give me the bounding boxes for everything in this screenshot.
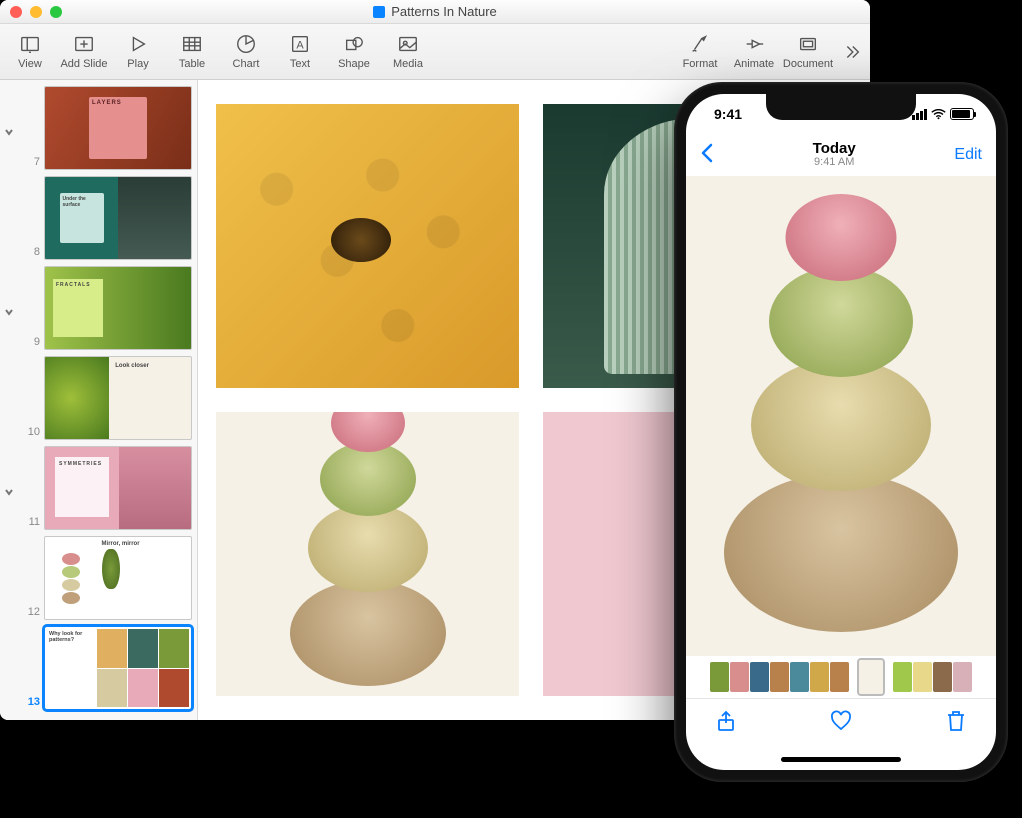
status-time: 9:41 bbox=[714, 106, 742, 122]
photos-navbar: Today 9:41 AM Edit bbox=[686, 134, 996, 176]
svg-text:A: A bbox=[296, 40, 304, 52]
slide-number: 12 bbox=[20, 606, 40, 618]
slide-thumb-7[interactable]: 7 LAYERS bbox=[4, 86, 193, 170]
iphone-screen: 9:41 Today 9:41 AM Edit bbox=[686, 94, 996, 770]
traffic-lights bbox=[10, 6, 62, 18]
photos-toolbar bbox=[686, 698, 996, 748]
share-button[interactable] bbox=[714, 709, 738, 738]
document-icon bbox=[373, 6, 385, 18]
toolbar: View Add Slide Play Table Chart A Text S… bbox=[0, 24, 870, 80]
slide-thumb-8[interactable]: 8 Under the surface bbox=[4, 176, 193, 260]
photo-viewer[interactable] bbox=[686, 176, 996, 656]
add-slide-button[interactable]: Add Slide bbox=[58, 24, 110, 79]
disclosure-spacer bbox=[4, 574, 16, 586]
thumb-title: Under the surface bbox=[63, 196, 86, 208]
media-label: Media bbox=[393, 58, 423, 70]
slide-number: 11 bbox=[20, 516, 40, 528]
status-indicators bbox=[912, 108, 974, 120]
thumbnail[interactable]: Why look for patterns? bbox=[44, 626, 192, 710]
slide-number: 7 bbox=[20, 156, 40, 168]
favorite-button[interactable] bbox=[829, 709, 853, 738]
slide-thumb-13[interactable]: 13 Why look for patterns? bbox=[4, 626, 193, 710]
slide-thumb-12[interactable]: 12 Mirror, mirror bbox=[4, 536, 193, 620]
text-label: Text bbox=[290, 58, 310, 70]
photo-scrubber[interactable] bbox=[686, 656, 996, 698]
canvas-image-urchins[interactable] bbox=[216, 412, 519, 696]
text-button[interactable]: A Text bbox=[274, 24, 326, 79]
edit-button[interactable]: Edit bbox=[954, 146, 982, 164]
thumb-title: Mirror, mirror bbox=[102, 541, 140, 547]
slide-number: 13 bbox=[20, 696, 40, 708]
play-label: Play bbox=[127, 58, 148, 70]
disclosure-triangle-icon[interactable] bbox=[4, 304, 16, 316]
thumbnail[interactable]: Mirror, mirror bbox=[44, 536, 192, 620]
zoom-window-button[interactable] bbox=[50, 6, 62, 18]
canvas-image-honeycomb[interactable] bbox=[216, 104, 519, 388]
shape-label: Shape bbox=[338, 58, 370, 70]
slide-thumb-9[interactable]: 9 FRACTALS bbox=[4, 266, 193, 350]
navbar-title-text: Today bbox=[813, 141, 856, 157]
table-label: Table bbox=[179, 58, 205, 70]
minimize-window-button[interactable] bbox=[30, 6, 42, 18]
scrubber-current-photo[interactable] bbox=[859, 660, 883, 694]
document-title-text: Patterns In Nature bbox=[391, 4, 497, 19]
view-button[interactable]: View bbox=[4, 24, 56, 79]
disclosure-triangle-icon[interactable] bbox=[4, 484, 16, 496]
iphone-device: 9:41 Today 9:41 AM Edit bbox=[674, 82, 1008, 782]
media-button[interactable]: Media bbox=[382, 24, 434, 79]
document-label: Document bbox=[783, 58, 833, 70]
shape-button[interactable]: Shape bbox=[328, 24, 380, 79]
play-button[interactable]: Play bbox=[112, 24, 164, 79]
toolbar-overflow-button[interactable] bbox=[836, 24, 866, 79]
disclosure-spacer bbox=[4, 394, 16, 406]
thumb-title: Look closer bbox=[115, 363, 149, 369]
animate-label: Animate bbox=[734, 58, 774, 70]
thumbnail[interactable]: SYMMETRIES bbox=[44, 446, 192, 530]
table-button[interactable]: Table bbox=[166, 24, 218, 79]
chart-label: Chart bbox=[233, 58, 260, 70]
thumb-title: LAYERS bbox=[92, 100, 144, 106]
thumbnail[interactable]: Under the surface bbox=[44, 176, 192, 260]
view-label: View bbox=[18, 58, 42, 70]
disclosure-spacer bbox=[4, 664, 16, 676]
format-button[interactable]: Format bbox=[674, 24, 726, 79]
delete-button[interactable] bbox=[944, 709, 968, 738]
thumbnail[interactable]: Look closer bbox=[44, 356, 192, 440]
slide-thumb-11[interactable]: 11 SYMMETRIES bbox=[4, 446, 193, 530]
window-titlebar[interactable]: Patterns In Nature bbox=[0, 0, 870, 24]
format-label: Format bbox=[683, 58, 718, 70]
slide-number: 9 bbox=[20, 336, 40, 348]
thumb-title: SYMMETRIES bbox=[59, 461, 105, 467]
thumbnail[interactable]: LAYERS bbox=[44, 86, 192, 170]
navbar-title: Today 9:41 AM bbox=[813, 141, 856, 168]
slide-navigator[interactable]: 7 LAYERS 8 Under the surface 9 FRACTALS bbox=[0, 80, 198, 720]
disclosure-triangle-icon[interactable] bbox=[4, 124, 16, 136]
chart-button[interactable]: Chart bbox=[220, 24, 272, 79]
thumb-title: FRACTALS bbox=[56, 282, 100, 288]
animate-button[interactable]: Animate bbox=[728, 24, 780, 79]
slide-number: 10 bbox=[20, 426, 40, 438]
document-button[interactable]: Document bbox=[782, 24, 834, 79]
slide-number: 8 bbox=[20, 246, 40, 258]
wifi-icon bbox=[931, 109, 946, 120]
navbar-subtitle-text: 9:41 AM bbox=[813, 157, 856, 169]
disclosure-spacer bbox=[4, 214, 16, 226]
notch bbox=[766, 94, 916, 120]
battery-icon bbox=[950, 108, 974, 120]
add-slide-label: Add Slide bbox=[60, 58, 107, 70]
back-button[interactable] bbox=[700, 143, 714, 168]
slide-thumb-10[interactable]: 10 Look closer bbox=[4, 356, 193, 440]
close-window-button[interactable] bbox=[10, 6, 22, 18]
thumbnail[interactable]: FRACTALS bbox=[44, 266, 192, 350]
thumb-title: Why look for patterns? bbox=[49, 631, 82, 643]
home-indicator[interactable] bbox=[686, 748, 996, 770]
window-title: Patterns In Nature bbox=[0, 4, 870, 19]
